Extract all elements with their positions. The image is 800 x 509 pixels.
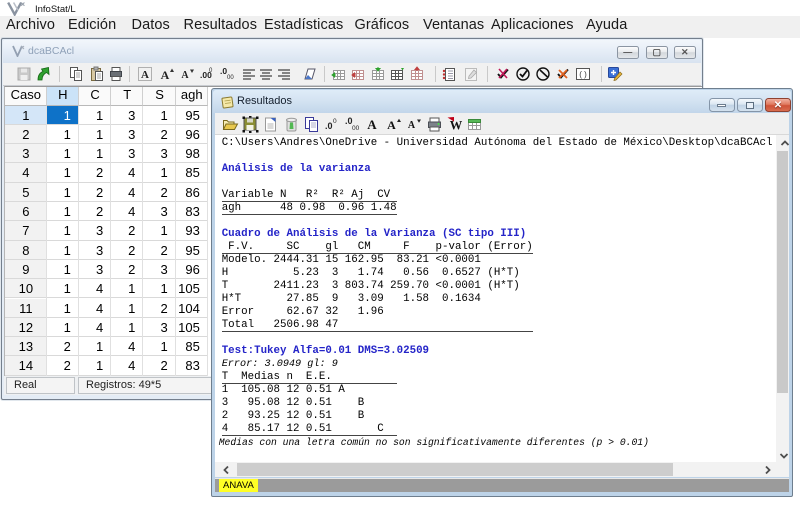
svg-text:0: 0 (333, 118, 337, 125)
svg-text:A: A (161, 68, 170, 82)
svg-text:0: 0 (209, 68, 213, 74)
svg-text:A: A (387, 118, 396, 132)
svg-text:A: A (368, 117, 378, 132)
svg-text:A: A (181, 70, 189, 81)
svg-text:W: W (450, 118, 463, 132)
svg-text:A: A (408, 120, 416, 131)
svg-text:A: A (141, 69, 149, 81)
svg-text:00: 00 (227, 75, 234, 81)
svg-text:( ): ( ) (579, 70, 587, 79)
svg-text:.0: .0 (325, 121, 333, 131)
svg-text:00: 00 (352, 125, 360, 132)
